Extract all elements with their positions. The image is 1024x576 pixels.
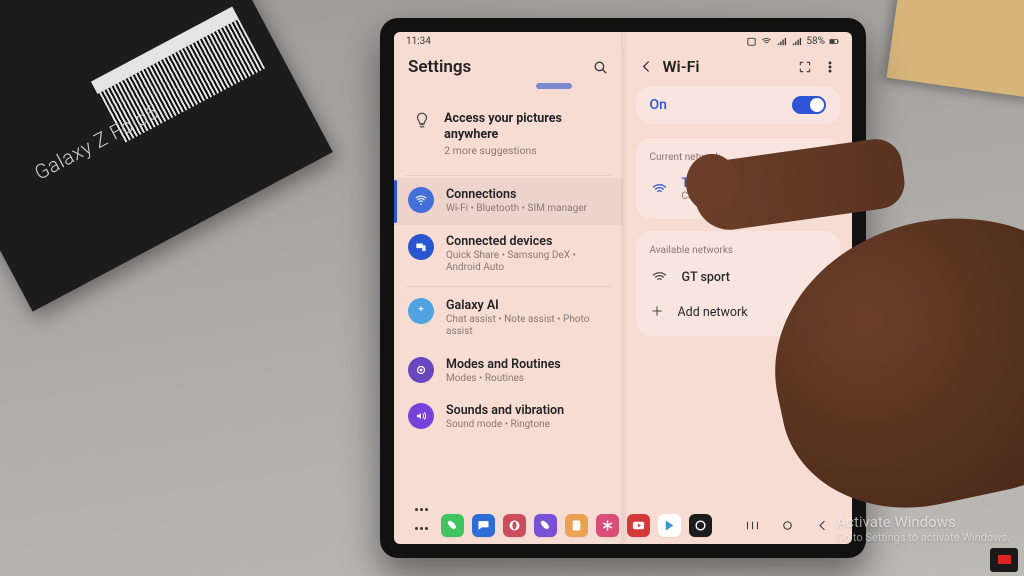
settings-item-subtitle: Quick Share • Samsung DeX • Android Auto [446,250,609,275]
routines-icon [408,357,434,383]
settings-item-title: Sounds and vibration [446,403,564,418]
more-icon[interactable] [821,58,838,75]
settings-item-subtitle: Sound mode • Ringtone [446,419,564,432]
settings-item-title: Connections [446,187,587,202]
dock-app-viber[interactable] [534,514,557,537]
suggestion-card[interactable]: Access your pictures anywhere 2 more sug… [406,101,611,167]
search-icon[interactable] [592,59,609,76]
settings-master-pane: Settings Access your pictures anywhere 2… [394,49,624,544]
status-time: 11:34 [406,36,431,47]
settings-list: Connections Wi-Fi • Bluetooth • SIM mana… [394,178,623,441]
wifi-icon [650,269,670,286]
wifi-toggle[interactable] [792,96,826,114]
divider [406,286,611,287]
available-network-row[interactable]: GT sport [648,262,829,293]
divider [406,175,611,176]
plus-icon [650,303,664,322]
status-battery-text: 58% [806,36,825,47]
account-pill[interactable] [536,83,572,89]
device-frame: 11:34 58% Settings [380,18,866,558]
dock-app-messages[interactable] [472,514,495,537]
wifi-on-label: On [650,97,793,113]
settings-item-connections[interactable]: Connections Wi-Fi • Bluetooth • SIM mana… [394,178,623,225]
qr-scan-icon[interactable] [796,58,813,75]
status-battery-icon [829,36,840,47]
dock-app-notes[interactable] [565,514,588,537]
app-drawer-icon[interactable] [412,514,430,537]
settings-item-sounds-and-vibration[interactable]: Sounds and vibration Sound mode • Ringto… [394,394,623,441]
suggestion-title: Access your pictures anywhere [444,111,604,142]
settings-item-subtitle: Modes • Routines [446,373,561,386]
add-network-row[interactable]: Add network [648,293,829,326]
current-network-row[interactable]: Tenda_B73FF0 Connected [648,169,829,209]
current-network-status: Connected [682,191,765,202]
status-signal2-icon [791,36,802,47]
dock-app-play[interactable] [658,514,681,537]
device-screen: 11:34 58% Settings [394,32,852,544]
wifi-icon [650,181,670,198]
watermark-line1: Activate Windows [836,513,1010,531]
add-network-label: Add network [678,305,748,320]
nav-recents[interactable] [740,518,764,533]
dock-app-youtube[interactable] [627,514,650,537]
settings-item-subtitle: Wi-Fi • Bluetooth • SIM manager [446,203,587,216]
settings-title: Settings [408,57,471,77]
wifi-detail-pane: Wi-Fi On Current network [624,49,853,544]
settings-item-title: Connected devices [446,234,609,249]
dock-app-circle[interactable] [689,514,712,537]
sparkle-icon [408,298,434,324]
channel-logo [990,548,1018,572]
current-network-block: Current network Tenda_B73FF0 Connected [636,138,841,219]
lightbulb-icon [412,111,432,129]
nav-home[interactable] [775,518,799,533]
dock-app-asterisk[interactable] [596,514,619,537]
wifi-icon [408,187,434,213]
settings-item-title: Modes and Routines [446,357,561,372]
wifi-title: Wi-Fi [663,57,700,76]
current-network-ssid: Tenda_B73FF0 [682,176,765,191]
available-network-ssid: GT sport [682,270,730,285]
available-networks-label: Available networks [648,241,829,262]
nav-back[interactable] [810,518,834,533]
status-wifi-icon [761,36,772,47]
watermark-line2: Go to Settings to activate Windows. [836,531,1010,544]
settings-item-connected-devices[interactable]: Connected devices Quick Share • Samsung … [394,225,623,284]
settings-item-subtitle: Chat assist • Note assist • Photo assist [446,314,609,339]
settings-item-modes-and-routines[interactable]: Modes and Routines Modes • Routines [394,348,623,395]
suggestion-subtitle: 2 more suggestions [444,144,604,157]
current-network-label: Current network [648,148,829,169]
windows-watermark: Activate Windows Go to Settings to activ… [836,513,1010,544]
wifi-toggle-row[interactable]: On [636,86,841,124]
dock-app-phone[interactable] [441,514,464,537]
devices-icon [408,234,434,260]
settings-item-galaxy-ai[interactable]: Galaxy AI Chat assist • Note assist • Ph… [394,289,623,348]
sound-icon [408,403,434,429]
dock-app-opera[interactable] [503,514,526,537]
status-signal-icon [776,36,787,47]
available-networks-block: Available networks GT sport Add network [636,231,841,336]
status-calendar-icon [746,36,757,47]
settings-item-title: Galaxy AI [446,298,609,313]
screen-fold-crease [621,32,626,544]
back-icon[interactable] [638,58,655,75]
